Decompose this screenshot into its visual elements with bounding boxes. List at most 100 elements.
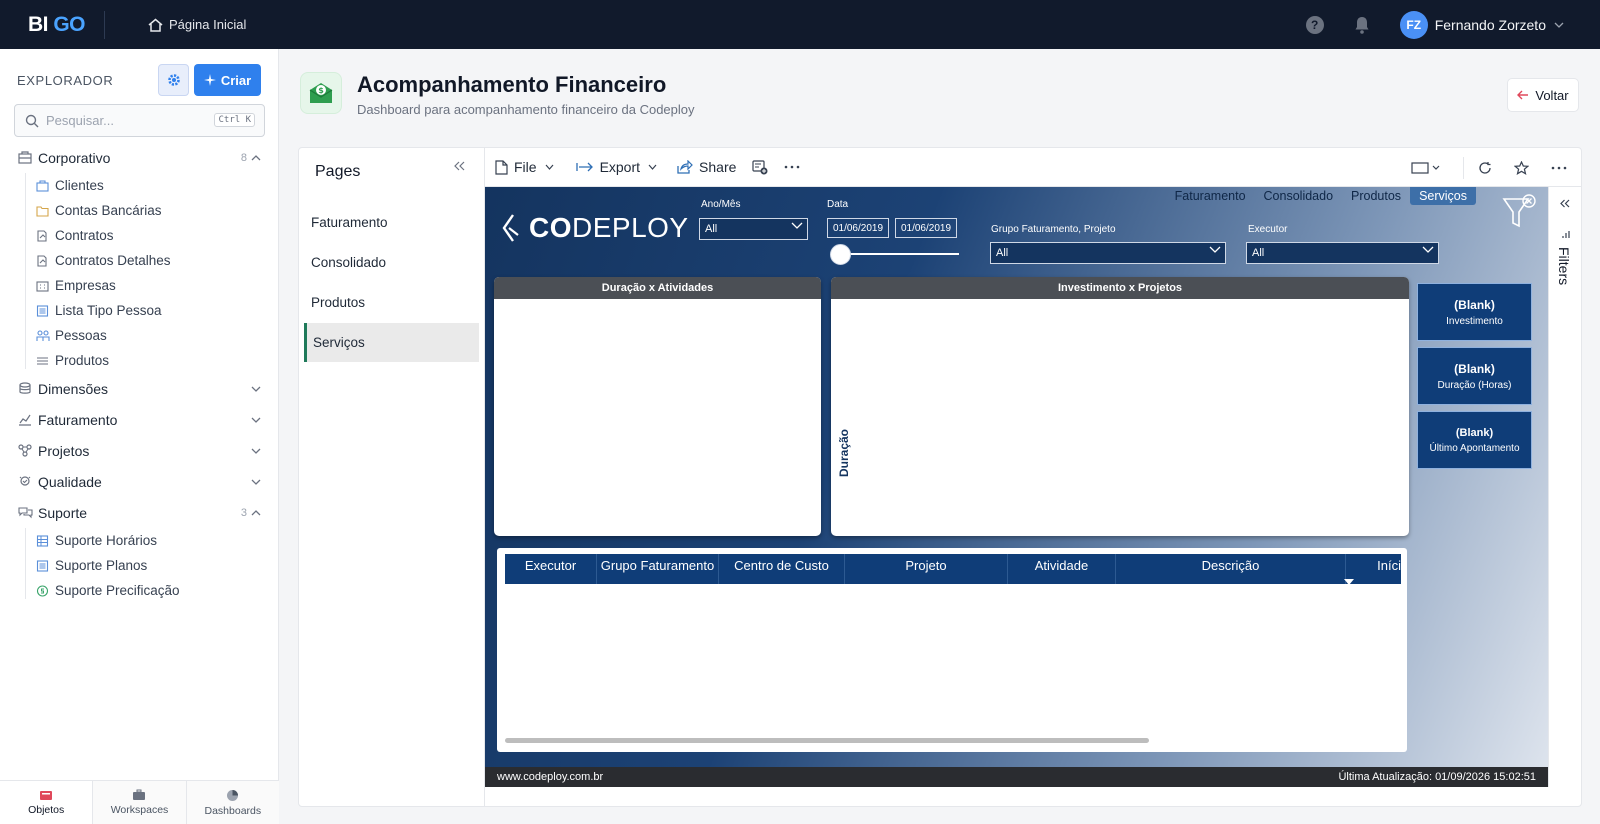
- tree-item-suporte-horarios[interactable]: Suporte Horários: [0, 528, 279, 553]
- tree-item-contratos[interactable]: Contratos: [0, 223, 279, 248]
- tree-item-clientes[interactable]: Clientes: [0, 173, 279, 198]
- kpi-investimento[interactable]: (Blank) Investimento: [1417, 283, 1532, 341]
- folder-icon: [36, 205, 50, 217]
- tab-objetos[interactable]: Objetos: [0, 781, 94, 824]
- report-footer: www.codeploy.com.br Última Atualização: …: [485, 767, 1548, 787]
- column-header-executor[interactable]: Executor: [505, 554, 597, 584]
- date-slider-track[interactable]: [834, 253, 959, 255]
- pages-panel: Pages Faturamento Consolidado Produtos S…: [299, 148, 485, 806]
- tree-item-empresas[interactable]: Empresas: [0, 273, 279, 298]
- date-slider-handle[interactable]: [830, 244, 851, 265]
- chart-duracao-atividades[interactable]: Duração x Atividades: [494, 277, 821, 536]
- tree-item-contratos-detalhes[interactable]: Contratos Detalhes: [0, 248, 279, 273]
- sort-descending-icon[interactable]: [1344, 572, 1354, 590]
- tab-label: Objetos: [28, 804, 65, 816]
- expand-left-icon[interactable]: [1560, 199, 1570, 208]
- data-table[interactable]: Executor Grupo Faturamento Centro de Cus…: [497, 548, 1407, 752]
- slicer-executor[interactable]: All: [1246, 242, 1439, 264]
- top-bar: BI GO Página Inicial ? FZ Fernando Zorze…: [0, 0, 1600, 49]
- date-from-input[interactable]: 01/06/2019: [827, 218, 889, 238]
- slicer-ano-mes[interactable]: All: [699, 218, 808, 240]
- back-button[interactable]: Voltar: [1507, 78, 1579, 112]
- slicer-value: All: [1252, 247, 1265, 259]
- arrow-left-icon: [1517, 90, 1535, 100]
- nav-tab-faturamento[interactable]: Faturamento: [1166, 187, 1255, 205]
- group-corporativo[interactable]: Corporativo 8: [0, 142, 279, 173]
- column-header-grupo-faturamento[interactable]: Grupo Faturamento: [597, 554, 719, 584]
- nav-tab-consolidado[interactable]: Consolidado: [1255, 187, 1343, 205]
- settings-button[interactable]: [158, 64, 189, 96]
- sparkle-icon: [203, 74, 221, 86]
- page-item-faturamento[interactable]: Faturamento: [304, 203, 479, 242]
- group-qualidade[interactable]: Qualidade: [0, 466, 279, 497]
- tree-item-label: Suporte Planos: [55, 558, 148, 573]
- footer-url[interactable]: www.codeploy.com.br: [497, 771, 603, 783]
- column-header-projeto[interactable]: Projeto: [845, 554, 1008, 584]
- group-projetos[interactable]: Projetos: [0, 435, 279, 466]
- page-item-consolidado[interactable]: Consolidado: [304, 243, 479, 282]
- column-header-descricao[interactable]: Descrição: [1116, 554, 1346, 584]
- export-menu[interactable]: Export: [575, 159, 663, 175]
- create-button[interactable]: Criar: [194, 64, 261, 96]
- tree-item-lista-tipo-pessoa[interactable]: Lista Tipo Pessoa: [0, 298, 279, 323]
- group-children: Suporte Horários Suporte Planos Suporte …: [0, 528, 279, 603]
- tree-item-label: Contratos: [55, 228, 114, 243]
- more-options-icon[interactable]: [1551, 166, 1567, 170]
- app-logo[interactable]: BI GO: [28, 13, 86, 37]
- column-header-atividade[interactable]: Atividade: [1008, 554, 1116, 584]
- search-box[interactable]: Ctrl K: [14, 104, 265, 137]
- report-toolbar: File Export Share: [485, 148, 1581, 187]
- add-comment-icon[interactable]: [752, 159, 774, 175]
- back-label: Voltar: [1535, 87, 1569, 103]
- lines-icon: [36, 355, 50, 367]
- chat-icon: [18, 506, 34, 519]
- tree-item-contas-bancarias[interactable]: Contas Bancárias: [0, 198, 279, 223]
- user-menu[interactable]: FZ Fernando Zorzeto: [1399, 10, 1564, 39]
- nav-tab-produtos[interactable]: Produtos: [1342, 187, 1410, 205]
- table-icon: [36, 534, 50, 547]
- collapse-left-icon[interactable]: [454, 161, 465, 171]
- group-faturamento[interactable]: Faturamento: [0, 404, 279, 435]
- filters-pane[interactable]: Filters: [1548, 187, 1581, 787]
- refresh-icon[interactable]: [1478, 161, 1492, 175]
- share-button[interactable]: Share: [677, 159, 736, 175]
- group-suporte[interactable]: Suporte 3: [0, 497, 279, 528]
- tree-item-pessoas[interactable]: Pessoas: [0, 323, 279, 348]
- view-mode-icon[interactable]: [1411, 161, 1441, 174]
- page-item-servicos[interactable]: Serviços: [304, 323, 479, 362]
- column-header-centro-de-custo[interactable]: Centro de Custo: [719, 554, 845, 584]
- clear-filter-icon[interactable]: [1502, 193, 1536, 234]
- help-icon[interactable]: ?: [1305, 15, 1324, 34]
- slicer-grupo-projeto[interactable]: All: [990, 242, 1226, 264]
- nodes-icon: [18, 444, 34, 457]
- group-label: Faturamento: [38, 411, 118, 428]
- page-item-produtos[interactable]: Produtos: [304, 283, 479, 322]
- database-icon: [18, 382, 34, 395]
- contract-icon: [36, 229, 50, 242]
- horizontal-scrollbar[interactable]: [505, 738, 1149, 743]
- kpi-value: (Blank): [1454, 297, 1495, 312]
- dollar-icon: [36, 584, 50, 597]
- home-link[interactable]: Página Inicial: [148, 17, 246, 32]
- search-input[interactable]: [46, 113, 211, 128]
- page-subtitle: Dashboard para acompanhamento financeiro…: [357, 102, 695, 117]
- column-header-inicio[interactable]: Iníci: [1346, 554, 1401, 584]
- tab-workspaces[interactable]: Workspaces: [93, 781, 187, 824]
- kpi-ultimo-apontamento[interactable]: (Blank) Último Apontamento: [1417, 411, 1532, 469]
- tab-dashboards[interactable]: Dashboards: [187, 781, 279, 824]
- kpi-duracao-horas[interactable]: (Blank) Duração (Horas): [1417, 347, 1532, 405]
- notification-bell-icon[interactable]: [1354, 16, 1370, 34]
- date-to-input[interactable]: 01/06/2019: [895, 218, 957, 238]
- star-icon[interactable]: [1514, 160, 1529, 175]
- group-label: Corporativo: [38, 149, 111, 166]
- tree-item-suporte-precificacao[interactable]: Suporte Precificação: [0, 578, 279, 603]
- tree-item-produtos[interactable]: Produtos: [0, 348, 279, 373]
- nav-tab-servicos[interactable]: Serviços: [1410, 187, 1476, 205]
- tree-item-suporte-planos[interactable]: Suporte Planos: [0, 553, 279, 578]
- chart-investimento-projetos[interactable]: Investimento x Projetos Duração: [831, 277, 1409, 536]
- group-dimensoes[interactable]: Dimensões: [0, 373, 279, 404]
- chevron-down-icon: [545, 164, 560, 170]
- codeploy-logo: CO DEPLOY: [501, 212, 689, 244]
- file-menu[interactable]: File: [495, 159, 560, 175]
- more-options-icon[interactable]: [784, 165, 806, 169]
